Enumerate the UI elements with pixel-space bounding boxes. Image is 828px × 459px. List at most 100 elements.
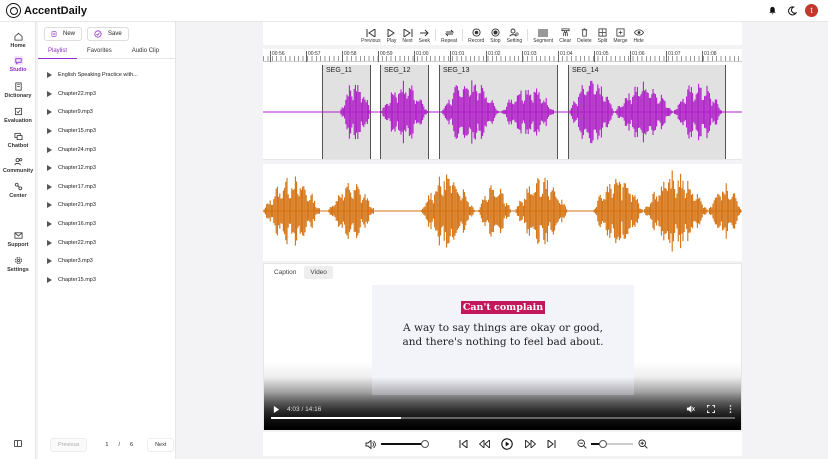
merge-button[interactable]: Merge <box>610 28 630 44</box>
volume-knob[interactable] <box>421 440 429 448</box>
play-icon[interactable] <box>47 128 52 135</box>
video-progress-bar[interactable] <box>271 417 735 419</box>
segment-waveform[interactable]: SEG_11 SEG_12 SEG_13 SEG_14 <box>263 62 742 160</box>
collapse-sidebar-icon[interactable] <box>14 440 22 447</box>
current-page: 1 <box>105 442 109 448</box>
nav-item-home[interactable]: Home <box>0 32 36 49</box>
list-item[interactable]: Chapter24.mp3 <box>38 140 176 159</box>
mute-icon[interactable] <box>686 405 695 413</box>
play-button[interactable]: Play <box>384 28 400 44</box>
more-options-icon[interactable] <box>729 405 732 413</box>
list-item[interactable]: Chapter22.mp3 <box>38 233 176 252</box>
timeline-ruler[interactable]: 00:56 00:57 00:58 00:59 01:00 01:01 01:0… <box>263 49 742 62</box>
tab-caption[interactable]: Caption <box>268 266 302 279</box>
tab-audio-clip[interactable]: Audio Clip <box>122 45 169 59</box>
play-icon[interactable] <box>47 165 52 172</box>
hide-label: Hide <box>633 38 644 44</box>
play-icon[interactable] <box>47 183 52 190</box>
previous-button[interactable]: Previous <box>358 28 383 44</box>
list-item[interactable]: Chapter3.mp3 <box>38 252 176 271</box>
volume-icon[interactable] <box>364 438 376 450</box>
save-icon <box>94 30 102 38</box>
reference-waveform[interactable] <box>263 164 742 261</box>
stop-label: Stop <box>490 38 501 44</box>
play-icon[interactable] <box>47 202 52 209</box>
play-icon[interactable] <box>47 109 52 116</box>
nav-item-center[interactable]: Center <box>0 182 36 199</box>
list-item[interactable]: Chapter15.mp3 <box>38 122 176 141</box>
fullscreen-icon[interactable] <box>707 405 715 413</box>
definition-line: and there's nothing to feel bad about. <box>402 335 604 348</box>
previous-page-button[interactable]: Previous <box>50 438 88 452</box>
ruler-label: 01:08 <box>702 51 717 62</box>
play-pause-icon[interactable] <box>501 438 513 450</box>
zoom-out-icon[interactable] <box>576 438 588 450</box>
list-item[interactable]: Chapter17.mp3 <box>38 178 176 197</box>
play-icon[interactable] <box>47 239 52 246</box>
play-icon[interactable] <box>47 72 52 79</box>
nav-label-dictionary: Dictionary <box>4 93 32 99</box>
nav-label-settings: Settings <box>7 267 29 273</box>
volume-fill <box>381 443 425 445</box>
settings-icon <box>14 257 22 264</box>
hide-button[interactable]: Hide <box>631 28 647 44</box>
nav-item-support[interactable]: Support <box>0 231 36 248</box>
tab-video[interactable]: Video <box>304 266 333 279</box>
tab-favorites[interactable]: Favorites <box>77 45 122 59</box>
nav-item-dictionary[interactable]: Dictionary <box>0 82 36 99</box>
save-button[interactable]: Save <box>87 27 129 41</box>
fast-forward-icon[interactable] <box>524 438 536 450</box>
setting-button[interactable]: Setting <box>504 28 526 44</box>
play-icon[interactable] <box>47 90 52 97</box>
rewind-icon[interactable] <box>478 438 490 450</box>
new-button[interactable]: New <box>44 27 82 41</box>
stop-button[interactable]: Stop <box>487 28 503 44</box>
zoom-in-icon[interactable] <box>637 438 649 450</box>
play-icon[interactable] <box>47 221 52 228</box>
segment-button[interactable]: Segment <box>530 28 556 44</box>
play-icon <box>387 28 396 37</box>
list-item[interactable]: Chapter21.mp3 <box>38 196 176 215</box>
list-item[interactable]: Chapter16.mp3 <box>38 215 176 234</box>
play-icon[interactable] <box>47 146 52 153</box>
delete-button[interactable]: Delete <box>574 28 594 44</box>
record-button[interactable]: Record <box>465 28 487 44</box>
video-play-icon[interactable] <box>273 405 280 413</box>
playlist-panel: New Save Playlist Favorites Audio Clip E… <box>38 22 176 459</box>
zoom-slider[interactable] <box>591 443 633 445</box>
nav-item-community[interactable]: Community <box>0 157 36 174</box>
stop-icon <box>491 28 500 37</box>
track-name: Chapter24.mp3 <box>58 146 96 153</box>
skip-to-start-icon[interactable] <box>457 438 469 450</box>
tab-playlist[interactable]: Playlist <box>38 45 78 59</box>
merge-label: Merge <box>613 38 628 44</box>
notification-bell-icon[interactable] <box>767 5 778 16</box>
next-button[interactable]: Next <box>399 28 415 44</box>
zoom-knob[interactable] <box>599 440 607 448</box>
nav-item-settings[interactable]: Settings <box>0 256 36 273</box>
skip-to-end-icon[interactable] <box>545 438 557 450</box>
nav-item-chatbot[interactable]: Chatbot <box>0 132 36 149</box>
play-icon[interactable] <box>47 276 52 283</box>
play-icon[interactable] <box>47 258 52 265</box>
dark-mode-toggle-icon[interactable] <box>786 5 797 16</box>
nav-item-evaluation[interactable]: Evaluation <box>0 107 36 124</box>
waveform-bottom <box>263 170 742 252</box>
list-item[interactable]: Chapter9.mp3 <box>38 103 176 122</box>
seek-button[interactable]: Seek <box>416 28 433 44</box>
next-page-button[interactable]: Next <box>147 438 175 452</box>
list-item[interactable]: Chapter12.mp3 <box>38 159 176 178</box>
app-logo[interactable]: AccentDaily <box>6 3 87 18</box>
video-player[interactable]: Can't complain A way to say things are o… <box>264 282 741 430</box>
nav-item-studio[interactable]: Studio <box>0 56 36 73</box>
list-item[interactable]: English Speaking Practice with... <box>38 66 176 85</box>
list-item[interactable]: Chapter22.mp3 <box>38 85 176 104</box>
track-name: Chapter12.mp3 <box>58 165 96 172</box>
highlighted-phrase: Can't complain <box>460 301 546 314</box>
list-item[interactable]: Chapter15.mp3 <box>38 271 176 290</box>
chatbot-icon <box>13 132 23 141</box>
repeat-button[interactable]: Repeat <box>438 28 460 44</box>
clear-button[interactable]: Clear <box>556 28 574 44</box>
split-button[interactable]: Split <box>595 28 611 44</box>
user-avatar[interactable]: t <box>805 4 818 17</box>
